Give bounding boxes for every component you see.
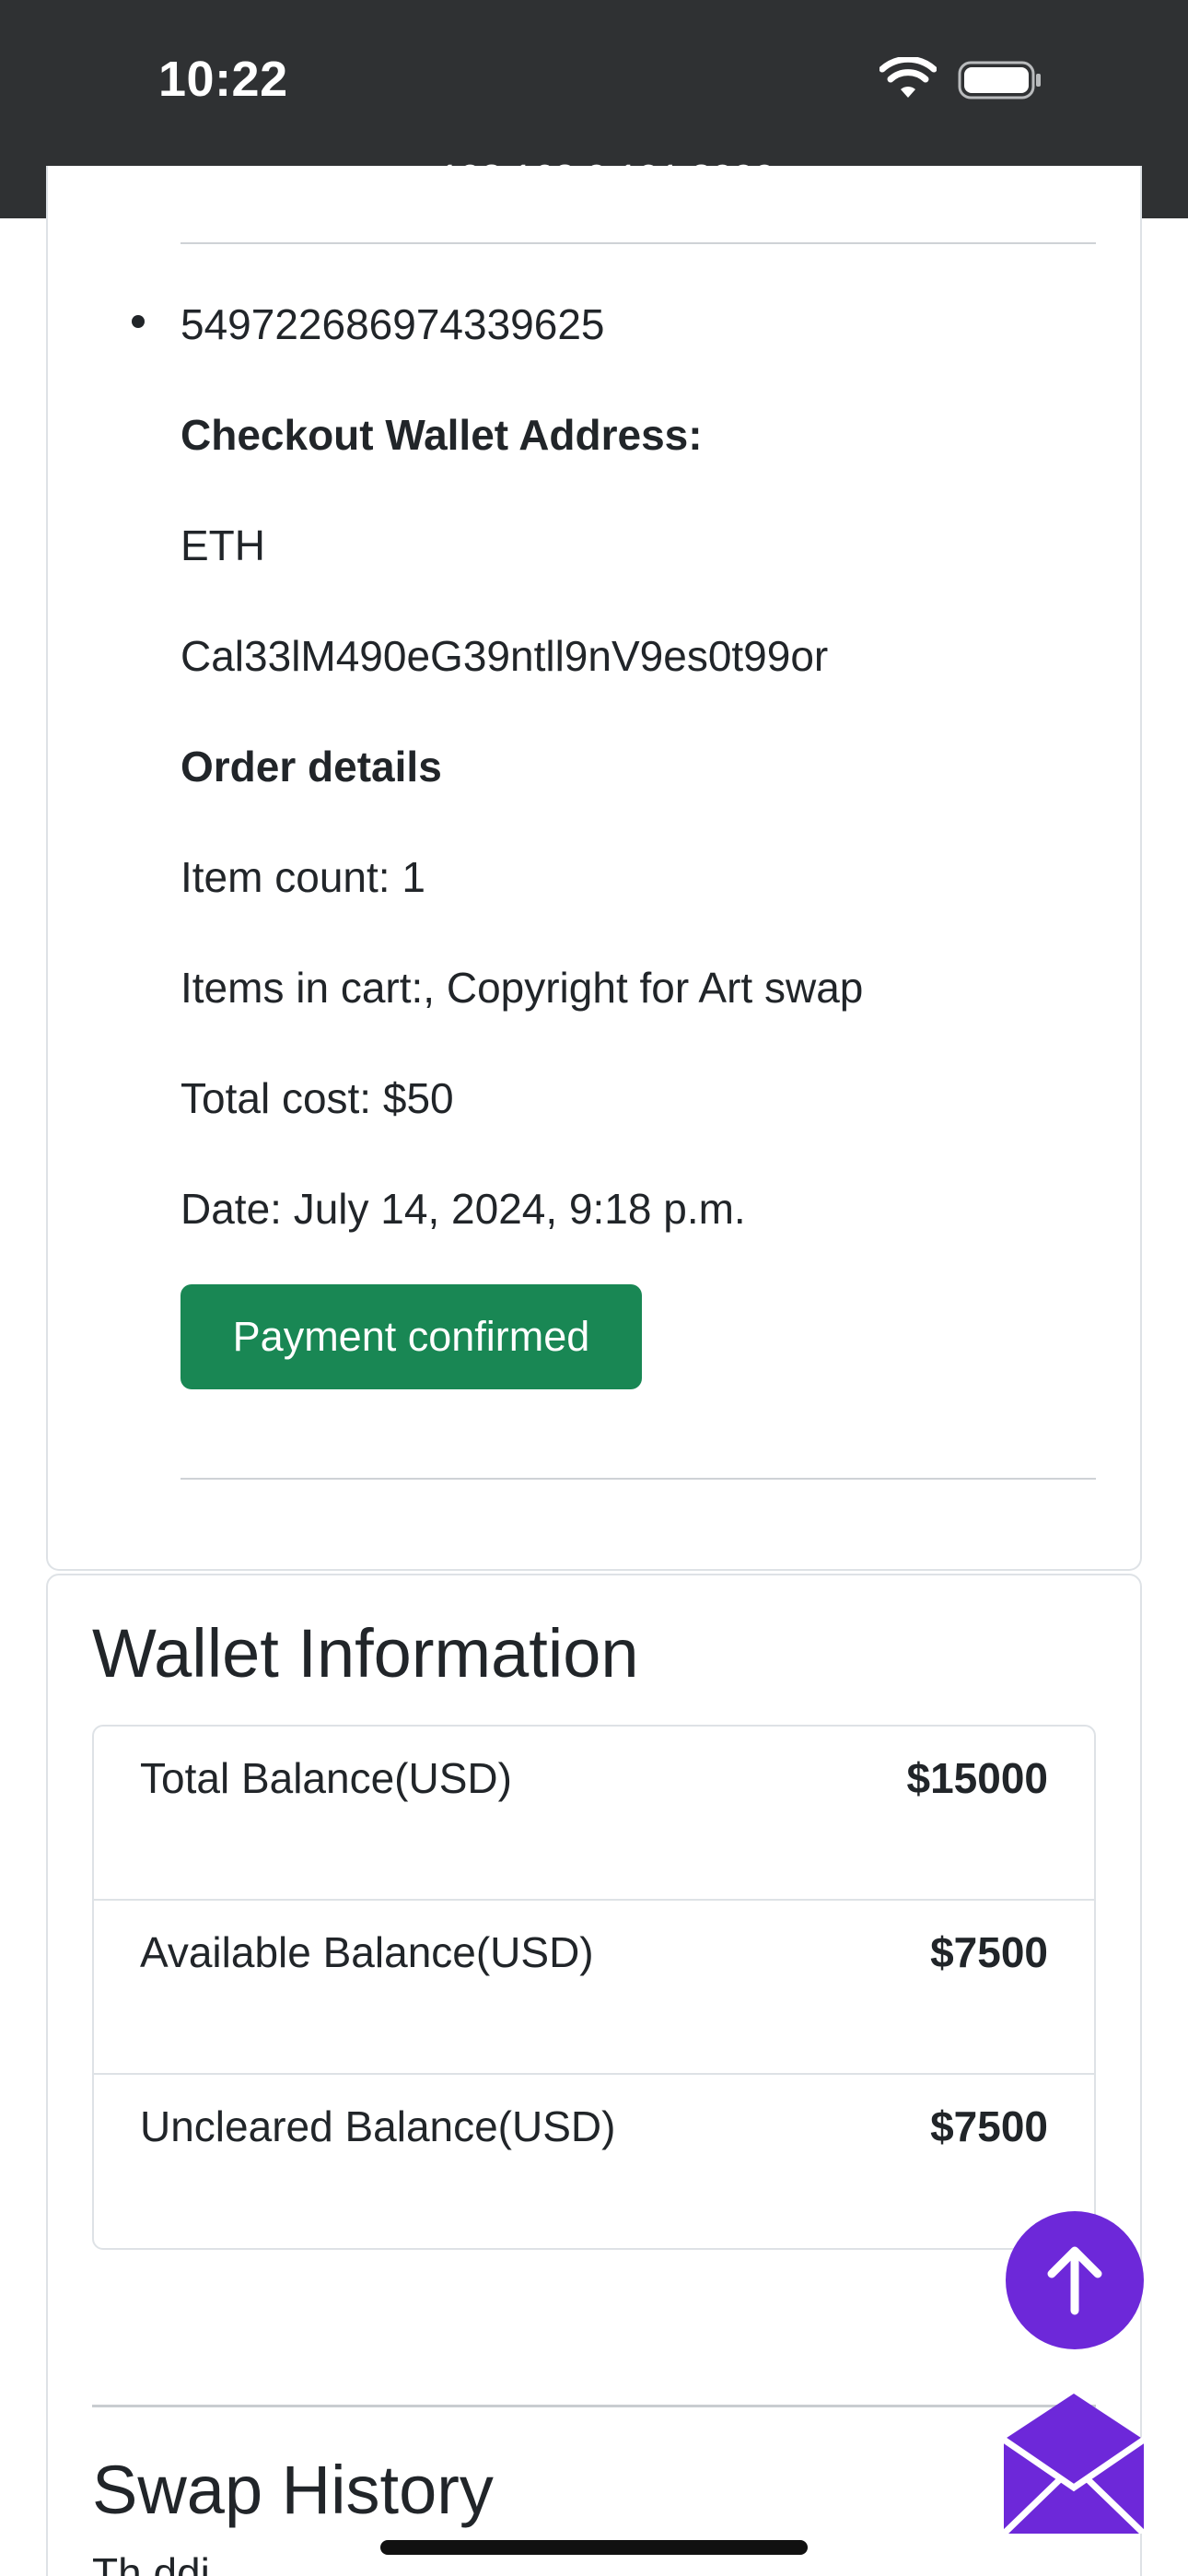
wallet-address: Cal33lM490eG39ntll9nV9es0t99or xyxy=(181,632,829,680)
balance-row: Available Balance(USD) $7500 xyxy=(94,1901,1094,2075)
balance-row: Uncleared Balance(USD) $7500 xyxy=(94,2075,1094,2248)
battery-icon xyxy=(958,61,1041,100)
payment-confirmed-button[interactable]: Payment confirmed xyxy=(181,1284,642,1389)
swap-history-title: Swap History xyxy=(92,2452,494,2528)
divider xyxy=(92,2405,1096,2407)
swap-history-text: Th ddi xyxy=(92,2549,210,2576)
balance-value: $15000 xyxy=(906,1754,1049,1802)
order-details-heading: Order details xyxy=(181,743,442,790)
wallet-currency: ETH xyxy=(181,521,265,569)
balance-list: Total Balance(USD) $15000 Available Bala… xyxy=(92,1725,1096,2250)
arrow-up-icon xyxy=(1047,2246,1102,2315)
item-count: Item count: 1 xyxy=(181,853,425,901)
order-date: Date: July 14, 2024, 9:18 p.m. xyxy=(181,1185,746,1233)
divider xyxy=(181,1478,1096,1480)
list-bullet xyxy=(132,315,145,328)
envelope-icon[interactable] xyxy=(1004,2394,1144,2534)
balance-label: Total Balance(USD) xyxy=(140,1754,512,1802)
divider xyxy=(181,242,1096,244)
wifi-icon xyxy=(879,57,937,98)
home-indicator xyxy=(380,2540,808,2555)
balance-row: Total Balance(USD) $15000 xyxy=(94,1727,1094,1901)
total-cost: Total cost: $50 xyxy=(181,1074,454,1122)
wallet-address-heading: Checkout Wallet Address: xyxy=(181,411,703,459)
wallet-title: Wallet Information xyxy=(92,1615,639,1692)
status-time: 10:22 xyxy=(158,52,288,107)
balance-label: Available Balance(USD) xyxy=(140,1928,594,1976)
balance-label: Uncleared Balance(USD) xyxy=(140,2102,616,2150)
items-in-cart: Items in cart:, Copyright for Art swap xyxy=(181,964,864,1012)
balance-value: $7500 xyxy=(930,1928,1048,1976)
balance-value: $7500 xyxy=(930,2102,1048,2150)
scroll-top-button[interactable] xyxy=(1006,2211,1144,2349)
order-id: 549722686974339625 xyxy=(181,300,605,348)
